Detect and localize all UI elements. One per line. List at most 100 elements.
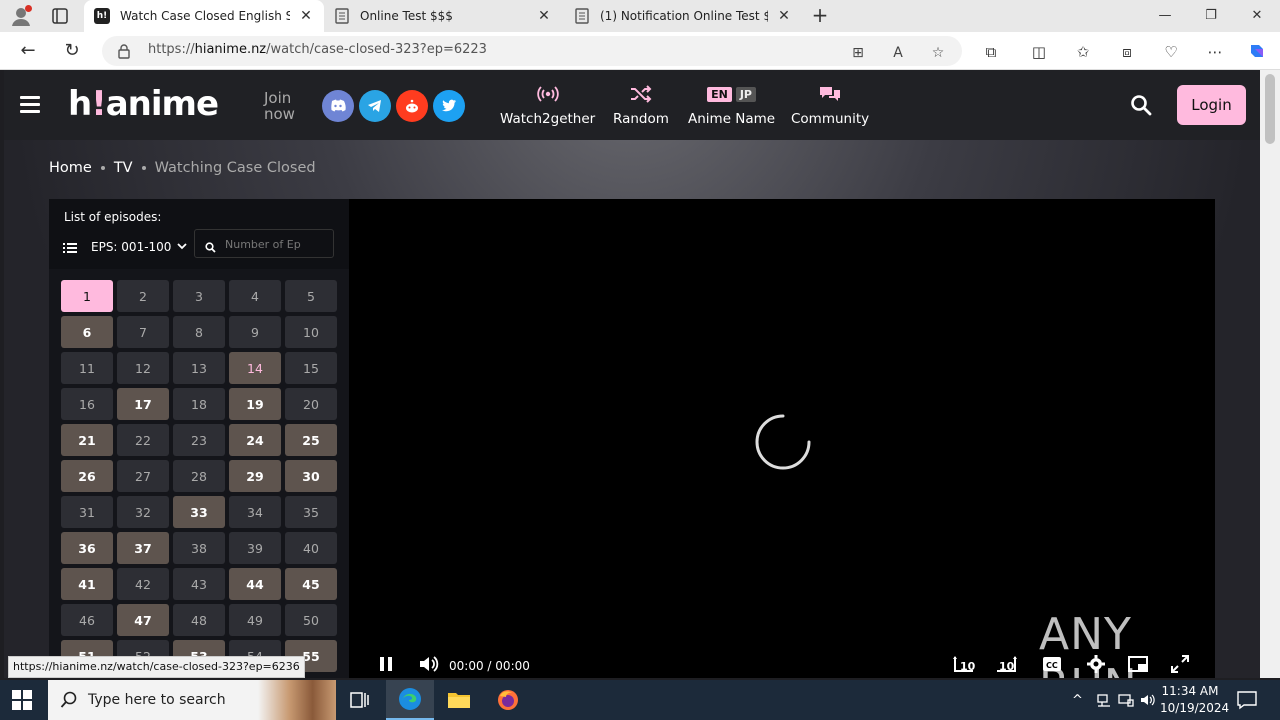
- episode-button[interactable]: 15: [285, 352, 337, 384]
- extensions-icon[interactable]: ⧉: [980, 41, 1002, 63]
- episode-button[interactable]: 21: [61, 424, 113, 456]
- episode-button[interactable]: 47: [117, 604, 169, 636]
- split-screen-icon[interactable]: ◫: [1028, 41, 1050, 63]
- nav-community[interactable]: Community: [791, 82, 869, 127]
- episode-button[interactable]: 14: [229, 352, 281, 384]
- taskbar-clock[interactable]: 11:34 AM 10/19/2024: [1160, 683, 1229, 717]
- episode-button[interactable]: 30: [285, 460, 337, 492]
- breadcrumb-tv[interactable]: TV: [114, 160, 133, 176]
- windows-start-icon[interactable]: [12, 690, 32, 710]
- episode-button[interactable]: 16: [61, 388, 113, 420]
- nav-anime-name[interactable]: EN JP Anime Name: [688, 82, 775, 127]
- episode-button[interactable]: 46: [61, 604, 113, 636]
- new-tab-button[interactable]: +: [808, 4, 832, 28]
- language-toggle[interactable]: EN JP: [707, 82, 756, 106]
- episode-button[interactable]: 48: [173, 604, 225, 636]
- menu-icon[interactable]: [20, 96, 40, 113]
- network-icon[interactable]: [1096, 680, 1112, 720]
- tab-online-test[interactable]: Online Test $$$ ✕: [324, 0, 562, 32]
- back-button[interactable]: ←: [16, 39, 40, 63]
- episode-button[interactable]: 22: [117, 424, 169, 456]
- episode-button[interactable]: 28: [173, 460, 225, 492]
- episode-button[interactable]: 36: [61, 532, 113, 564]
- app-available-icon[interactable]: ⊞: [848, 43, 868, 63]
- episode-button[interactable]: 6: [61, 316, 113, 348]
- tab-notification-online-test[interactable]: (1) Notification Online Test $$$ ✕: [564, 0, 802, 32]
- collections-icon[interactable]: ⧈: [1116, 41, 1138, 63]
- episode-button[interactable]: 35: [285, 496, 337, 528]
- episode-button[interactable]: 42: [117, 568, 169, 600]
- episode-button[interactable]: 32: [117, 496, 169, 528]
- page-scrollbar[interactable]: [1260, 70, 1280, 678]
- episode-button[interactable]: 2: [117, 280, 169, 312]
- volume-icon[interactable]: [1140, 680, 1156, 720]
- browser-essentials-icon[interactable]: ♡: [1160, 41, 1182, 63]
- episode-button[interactable]: 49: [229, 604, 281, 636]
- lock-icon[interactable]: [116, 43, 132, 59]
- episode-search-box[interactable]: [194, 229, 334, 258]
- episode-button[interactable]: 40: [285, 532, 337, 564]
- episode-button[interactable]: 27: [117, 460, 169, 492]
- settings-gear-icon[interactable]: [1085, 653, 1107, 675]
- more-menu-icon[interactable]: ⋯: [1204, 41, 1226, 63]
- ethernet-icon[interactable]: [1118, 680, 1134, 720]
- episode-button[interactable]: 12: [117, 352, 169, 384]
- favorites-icon[interactable]: ✩: [1072, 41, 1094, 63]
- episode-button[interactable]: 37: [117, 532, 169, 564]
- restore-button[interactable]: ❐: [1188, 0, 1234, 32]
- tab-hianime[interactable]: h! Watch Case Closed English Sub/Dub onl…: [84, 0, 324, 32]
- episode-button[interactable]: 23: [173, 424, 225, 456]
- captions-icon[interactable]: CC: [1041, 653, 1063, 675]
- episode-button[interactable]: 8: [173, 316, 225, 348]
- episode-button[interactable]: 7: [117, 316, 169, 348]
- picture-in-picture-icon[interactable]: [1127, 653, 1149, 675]
- episode-search-input[interactable]: [225, 235, 325, 253]
- episode-button[interactable]: 43: [173, 568, 225, 600]
- close-window-button[interactable]: ✕: [1234, 0, 1280, 32]
- task-view-icon[interactable]: [336, 680, 384, 720]
- close-tab-icon[interactable]: ✕: [776, 8, 792, 24]
- login-button[interactable]: Login: [1177, 85, 1246, 125]
- episode-button[interactable]: 50: [285, 604, 337, 636]
- taskbar-search-box[interactable]: Type here to search: [48, 680, 336, 720]
- episode-button[interactable]: 3: [173, 280, 225, 312]
- episode-button[interactable]: 17: [117, 388, 169, 420]
- episode-button[interactable]: 5: [285, 280, 337, 312]
- pause-icon[interactable]: [375, 653, 397, 675]
- episode-button[interactable]: 19: [229, 388, 281, 420]
- scrollbar-thumb[interactable]: [1265, 74, 1275, 144]
- nav-random[interactable]: Random: [613, 82, 669, 127]
- search-icon[interactable]: [1130, 94, 1152, 116]
- telegram-icon[interactable]: [359, 90, 391, 122]
- edge-taskbar-icon[interactable]: [386, 680, 434, 720]
- copilot-icon[interactable]: [1246, 41, 1268, 63]
- rewind-10-icon[interactable]: 10: [951, 653, 977, 675]
- episode-button[interactable]: 9: [229, 316, 281, 348]
- close-tab-icon[interactable]: ✕: [298, 8, 314, 24]
- episode-button[interactable]: 1: [61, 280, 113, 312]
- site-logo[interactable]: h!anime: [68, 84, 219, 124]
- episode-button[interactable]: 18: [173, 388, 225, 420]
- breadcrumb-home[interactable]: Home: [49, 160, 92, 176]
- episode-button[interactable]: 44: [229, 568, 281, 600]
- episode-button[interactable]: 34: [229, 496, 281, 528]
- video-player[interactable]: ANY RUN 00:00 / 00:00 10 10 CC: [349, 199, 1215, 678]
- show-hidden-icons-icon[interactable]: ^: [1072, 680, 1083, 720]
- firefox-icon[interactable]: [484, 680, 532, 720]
- refresh-button[interactable]: ↻: [60, 39, 84, 63]
- volume-icon[interactable]: [417, 653, 439, 675]
- tab-actions-icon[interactable]: [50, 6, 70, 26]
- episode-button[interactable]: 24: [229, 424, 281, 456]
- profile-icon[interactable]: [10, 5, 32, 27]
- episode-button[interactable]: 11: [61, 352, 113, 384]
- episode-button[interactable]: 29: [229, 460, 281, 492]
- episode-button[interactable]: 10: [285, 316, 337, 348]
- episode-button[interactable]: 13: [173, 352, 225, 384]
- episode-button[interactable]: 41: [61, 568, 113, 600]
- notification-center-icon[interactable]: [1236, 690, 1258, 710]
- episode-button[interactable]: 31: [61, 496, 113, 528]
- episode-button[interactable]: 45: [285, 568, 337, 600]
- close-tab-icon[interactable]: ✕: [536, 8, 552, 24]
- episode-range-dropdown[interactable]: EPS: 001-100: [63, 240, 188, 254]
- episode-button[interactable]: 26: [61, 460, 113, 492]
